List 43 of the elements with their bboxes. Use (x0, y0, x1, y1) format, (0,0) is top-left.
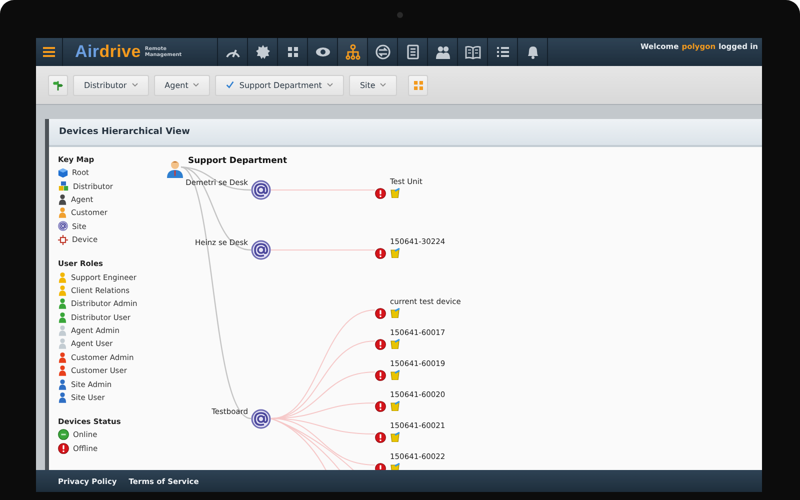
online-icon (58, 429, 69, 440)
users-icon (434, 44, 450, 60)
filter-dropdown[interactable]: Support Department (215, 74, 344, 96)
map-button[interactable] (48, 74, 68, 96)
sync-icon (374, 44, 390, 60)
caret-icon (326, 83, 333, 87)
network-icon (58, 234, 68, 245)
gear-icon (254, 44, 270, 60)
menu-icon[interactable] (43, 47, 55, 57)
cubes-icon (58, 181, 69, 192)
book-icon (464, 44, 480, 60)
grid-icon (414, 80, 423, 90)
caret-icon (380, 83, 386, 87)
person-icon (58, 194, 67, 205)
person-icon (166, 160, 184, 178)
bucket-icon (390, 188, 400, 198)
nav-button[interactable] (338, 38, 368, 66)
at-sign-icon (58, 221, 68, 232)
cube-icon (58, 168, 68, 178)
bucket-icon (390, 248, 400, 258)
bucket-icon (390, 463, 400, 470)
document-icon (404, 44, 420, 60)
bucket-icon (390, 432, 400, 442)
panel-title: Devices Hierarchical View (59, 127, 190, 137)
bucket-icon (390, 370, 400, 380)
filter-dropdown[interactable]: Distributor (73, 74, 149, 96)
filter-dropdown[interactable]: Site (348, 74, 398, 96)
signpost-icon (53, 78, 63, 92)
at-sign-icon (251, 240, 271, 260)
bucket-icon (390, 308, 400, 318)
bucket-icon (390, 339, 400, 349)
list-icon (494, 44, 510, 60)
filter-dropdown[interactable]: Agent (154, 74, 210, 96)
person-icon (58, 207, 67, 218)
node-label: Support Department (188, 156, 288, 166)
at-sign-icon (251, 180, 271, 200)
offline-icon (58, 442, 69, 454)
hierarchy-icon (344, 44, 360, 60)
bucket-icon (390, 401, 400, 411)
check-icon (226, 81, 234, 89)
at-sign-icon (251, 408, 271, 428)
caret-icon (132, 83, 138, 87)
caret-icon (193, 83, 200, 87)
